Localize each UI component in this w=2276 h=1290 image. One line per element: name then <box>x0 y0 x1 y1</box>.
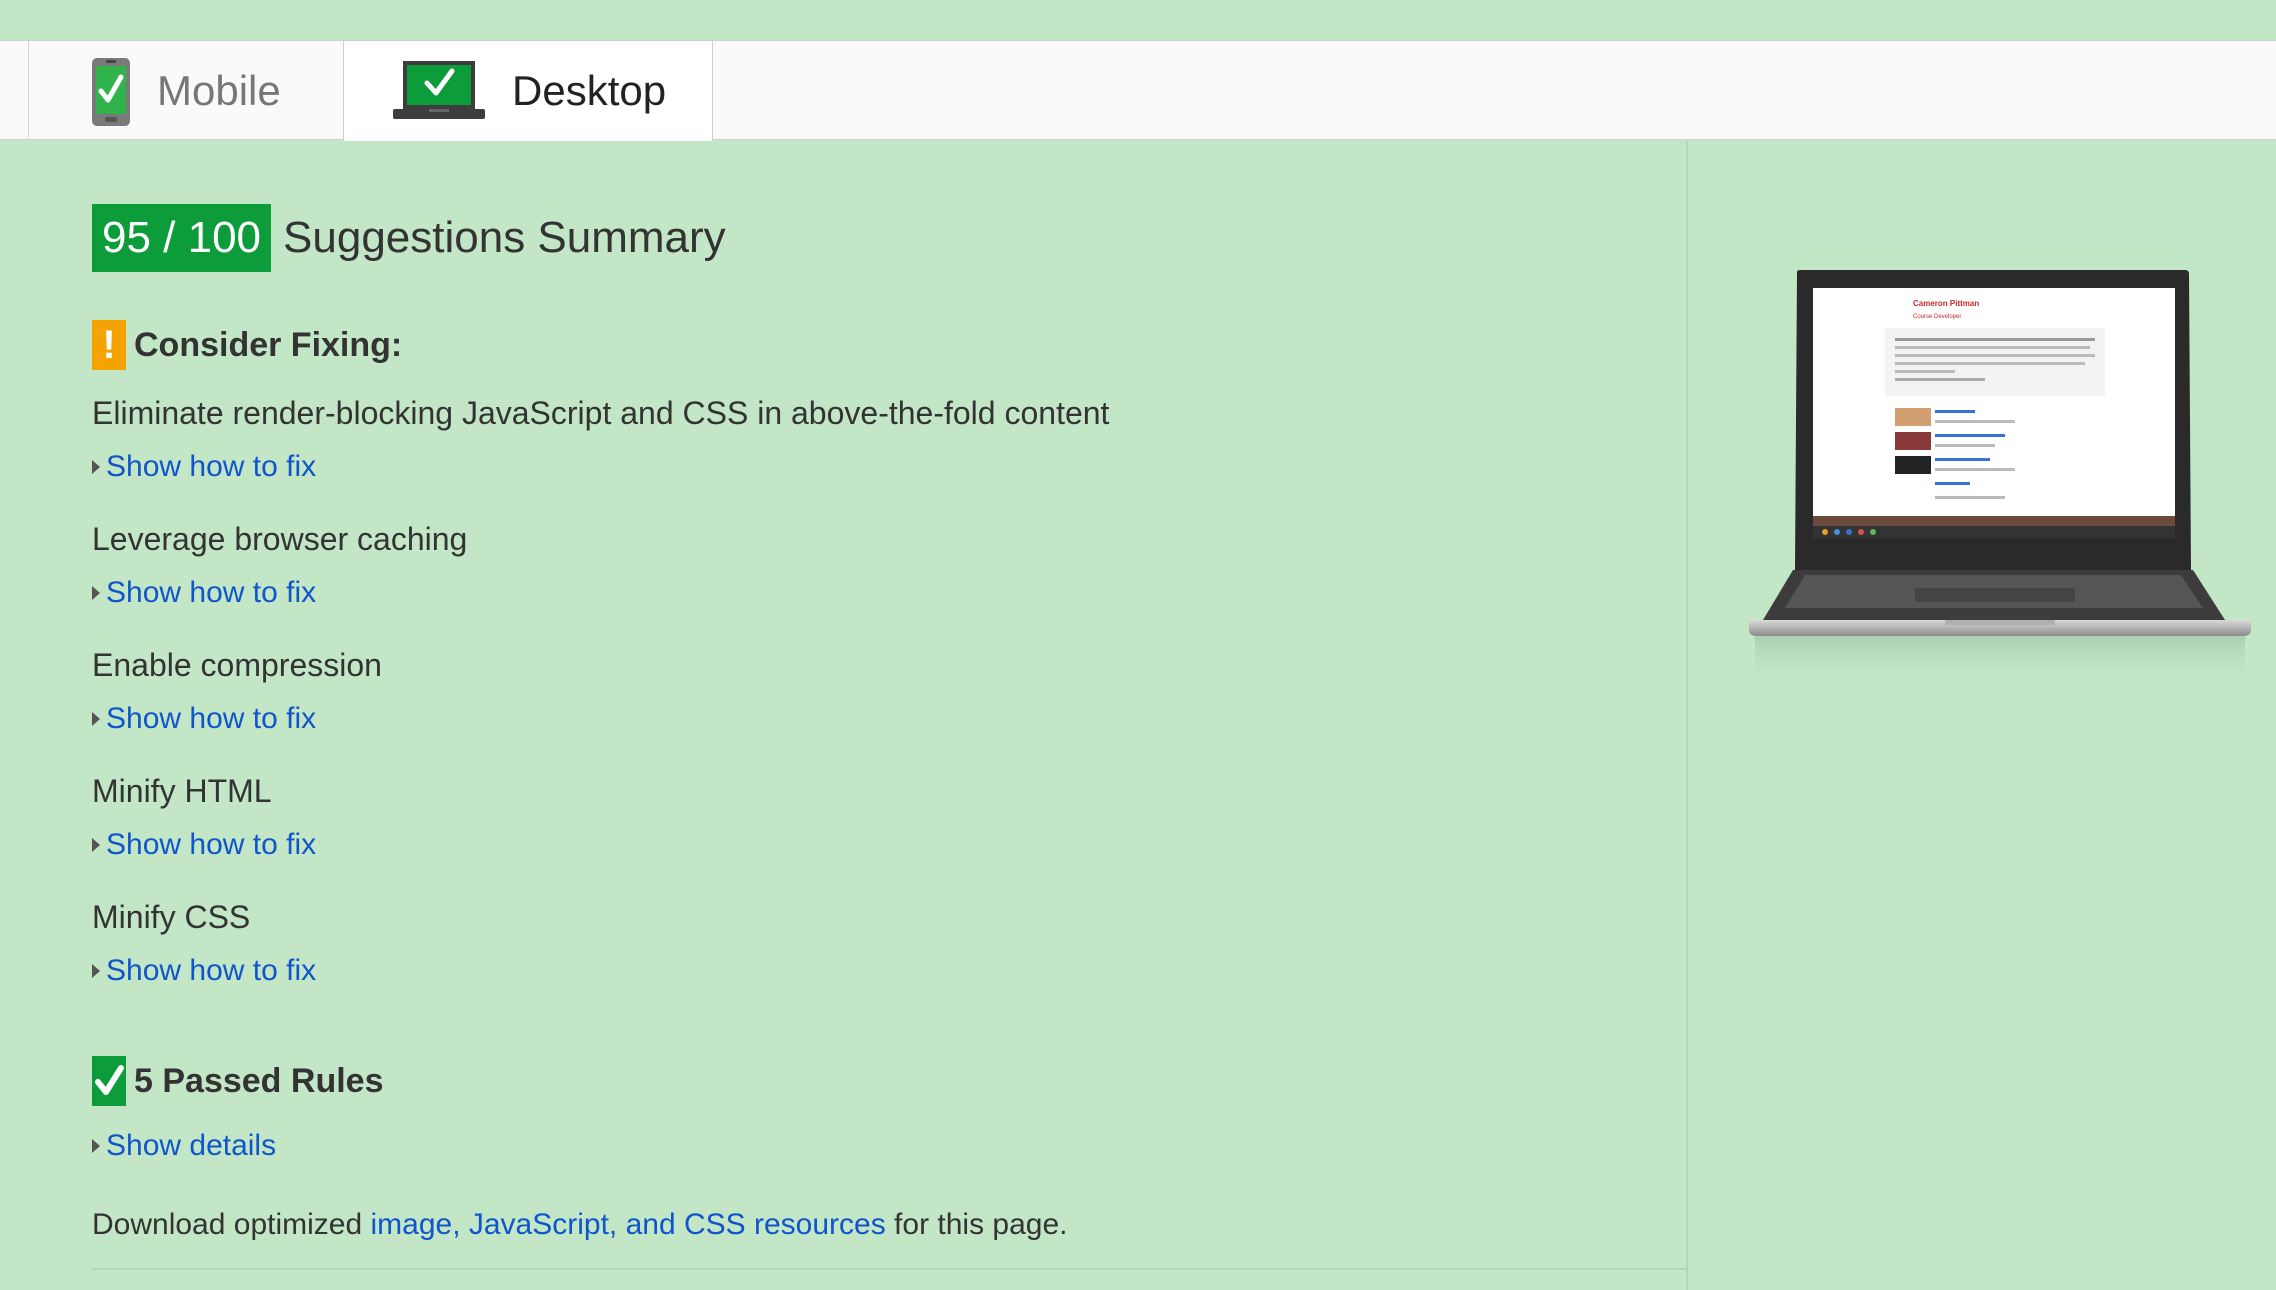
phone-check-icon <box>91 57 131 132</box>
rule-title: Enable compression <box>92 647 382 683</box>
laptop-check-icon <box>392 59 486 128</box>
show-how-to-fix-label: Show how to fix <box>106 702 317 735</box>
download-suffix: for this page. <box>885 1208 1068 1241</box>
show-how-to-fix-link[interactable]: Show how to fix <box>92 576 316 610</box>
device-tab-bar: Mobile Desktop <box>0 40 2276 141</box>
preview-role: Course Developer <box>1913 314 1961 320</box>
show-details-link[interactable]: Show details <box>92 1129 276 1163</box>
rule-title: Eliminate render-blocking JavaScript and… <box>92 395 1110 431</box>
download-resources-link[interactable]: image, JavaScript, and CSS resources <box>370 1208 885 1241</box>
caret-right-icon <box>92 1139 100 1153</box>
show-how-to-fix-link[interactable]: Show how to fix <box>92 702 316 736</box>
checkmark-icon <box>92 1056 126 1106</box>
column-divider <box>1686 141 1688 1290</box>
tab-desktop[interactable]: Desktop <box>343 40 713 141</box>
rule-title: Leverage browser caching <box>92 521 468 557</box>
passed-rules-header: 5 Passed Rules <box>92 1056 383 1106</box>
top-band <box>0 0 2276 40</box>
show-how-to-fix-link[interactable]: Show how to fix <box>92 450 316 484</box>
passed-rules-title: 5 Passed Rules <box>134 1061 384 1100</box>
preview-name: Cameron Pittman <box>1913 299 1979 308</box>
download-text: Download optimized image, JavaScript, an… <box>92 1208 1068 1242</box>
tab-desktop-label: Desktop <box>512 67 667 114</box>
caret-right-icon <box>92 964 100 978</box>
score-badge: 95 / 100 <box>92 204 272 272</box>
consider-fixing-header: ! Consider Fixing: <box>92 320 402 370</box>
consider-fixing-title: Consider Fixing: <box>134 325 403 364</box>
warning-icon: ! <box>92 320 126 370</box>
rule-title: Minify HTML <box>92 773 272 809</box>
caret-right-icon <box>92 460 100 474</box>
show-how-to-fix-label: Show how to fix <box>106 576 317 609</box>
show-how-to-fix-label: Show how to fix <box>106 828 317 861</box>
show-how-to-fix-label: Show how to fix <box>106 954 317 987</box>
show-how-to-fix-link[interactable]: Show how to fix <box>92 828 316 862</box>
download-prefix: Download optimized <box>92 1208 371 1241</box>
bottom-rule <box>92 1268 1686 1270</box>
page-title: Suggestions Summary <box>283 213 726 262</box>
caret-right-icon <box>92 586 100 600</box>
desktop-preview-screenshot: Cameron Pittman Course Developer <box>1745 270 2255 695</box>
caret-right-icon <box>92 712 100 726</box>
show-how-to-fix-label: Show how to fix <box>106 450 317 483</box>
show-how-to-fix-link[interactable]: Show how to fix <box>92 954 316 988</box>
caret-right-icon <box>92 838 100 852</box>
score-header: 95 / 100 Suggestions Summary <box>92 204 726 272</box>
tab-mobile-label: Mobile <box>157 67 281 114</box>
show-details-label: Show details <box>106 1129 277 1162</box>
tab-mobile[interactable]: Mobile <box>28 41 343 141</box>
rule-title: Minify CSS <box>92 899 251 935</box>
